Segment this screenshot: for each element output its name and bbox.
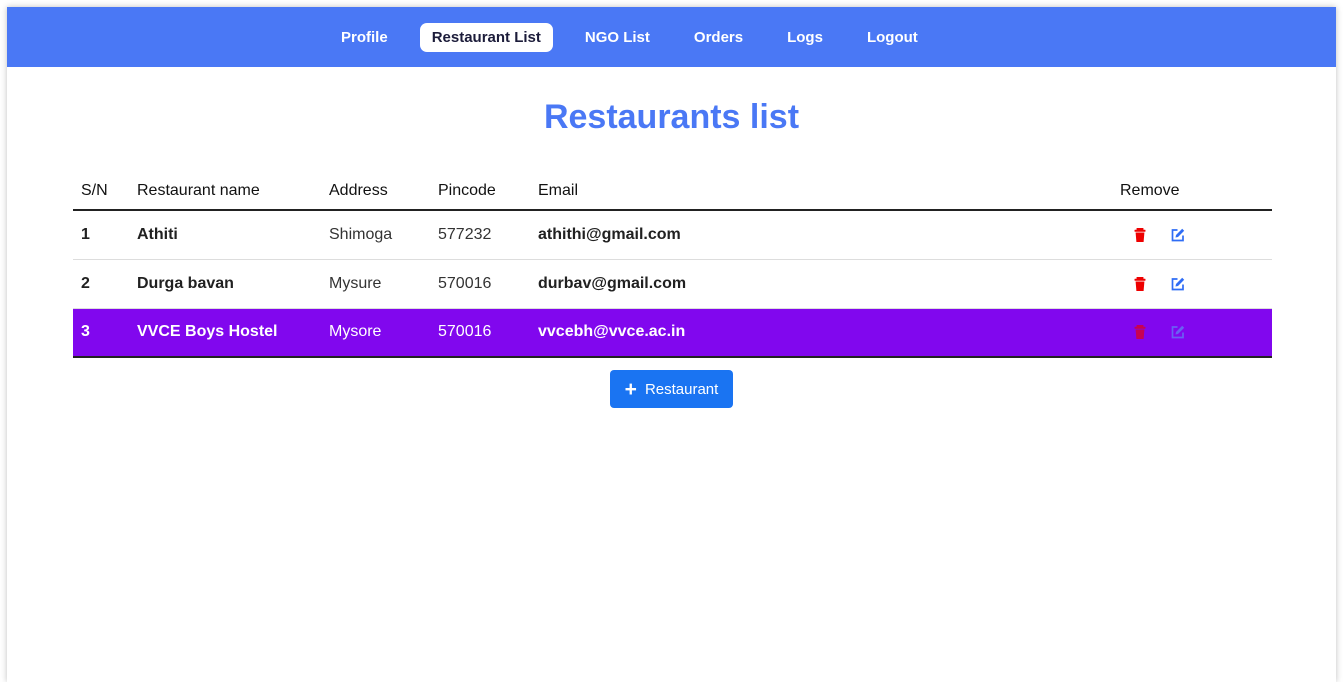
edit-icon[interactable]	[1170, 227, 1186, 243]
cell-actions	[1112, 308, 1272, 358]
table-row-selected[interactable]: 3 VVCE Boys Hostel Mysore 570016 vvcebh@…	[73, 308, 1272, 358]
table-row[interactable]: 1 Athiti Shimoga 577232 athithi@gmail.co…	[73, 210, 1272, 260]
cell-restaurant-name: VVCE Boys Hostel	[129, 308, 321, 358]
cell-pincode: 570016	[430, 308, 530, 358]
cell-sn: 3	[73, 308, 129, 358]
header-sn: S/N	[73, 172, 129, 211]
header-remove: Remove	[1112, 172, 1272, 211]
trash-icon[interactable]	[1132, 276, 1148, 292]
nav-orders[interactable]: Orders	[682, 23, 755, 52]
restaurants-table: S/N Restaurant name Address Pincode Emai…	[73, 172, 1272, 358]
header-restaurant-name: Restaurant name	[129, 172, 321, 211]
cell-email: vvcebh@vvce.ac.in	[530, 308, 1112, 358]
nav-profile[interactable]: Profile	[329, 23, 400, 52]
cell-pincode: 570016	[430, 259, 530, 309]
cell-address: Mysore	[321, 308, 430, 358]
trash-icon[interactable]	[1132, 227, 1148, 243]
nav-restaurant-list[interactable]: Restaurant List	[419, 22, 553, 52]
edit-icon[interactable]	[1170, 324, 1186, 340]
cell-sn: 1	[73, 210, 129, 260]
cell-restaurant-name: Athiti	[129, 210, 321, 260]
table-header-row: S/N Restaurant name Address Pincode Emai…	[73, 172, 1272, 211]
header-address: Address	[321, 172, 430, 211]
header-email: Email	[530, 172, 1112, 211]
cell-pincode: 577232	[430, 210, 530, 260]
edit-icon[interactable]	[1170, 276, 1186, 292]
header-pincode: Pincode	[430, 172, 530, 211]
cell-address: Shimoga	[321, 210, 430, 260]
add-restaurant-wrapper: + Restaurant	[7, 370, 1336, 408]
add-restaurant-label: Restaurant	[644, 380, 719, 398]
cell-sn: 2	[73, 259, 129, 309]
add-restaurant-button[interactable]: + Restaurant	[609, 370, 734, 408]
nav-ngo-list[interactable]: NGO List	[573, 23, 662, 52]
cell-actions	[1112, 210, 1272, 260]
cell-address: Mysure	[321, 259, 430, 309]
restaurants-table-container: S/N Restaurant name Address Pincode Emai…	[73, 172, 1272, 358]
nav-logout[interactable]: Logout	[855, 23, 930, 52]
top-navbar: Profile Restaurant List NGO List Orders …	[7, 7, 1336, 67]
nav-logs[interactable]: Logs	[775, 23, 835, 52]
cell-actions	[1112, 259, 1272, 309]
app-window: Profile Restaurant List NGO List Orders …	[7, 7, 1336, 682]
plus-icon: +	[624, 377, 637, 401]
cell-email: athithi@gmail.com	[530, 210, 1112, 260]
table-row[interactable]: 2 Durga bavan Mysure 570016 durbav@gmail…	[73, 259, 1272, 309]
cell-email: durbav@gmail.com	[530, 259, 1112, 309]
trash-icon[interactable]	[1132, 324, 1148, 340]
cell-restaurant-name: Durga bavan	[129, 259, 321, 309]
page-title: Restaurants list	[543, 98, 800, 136]
